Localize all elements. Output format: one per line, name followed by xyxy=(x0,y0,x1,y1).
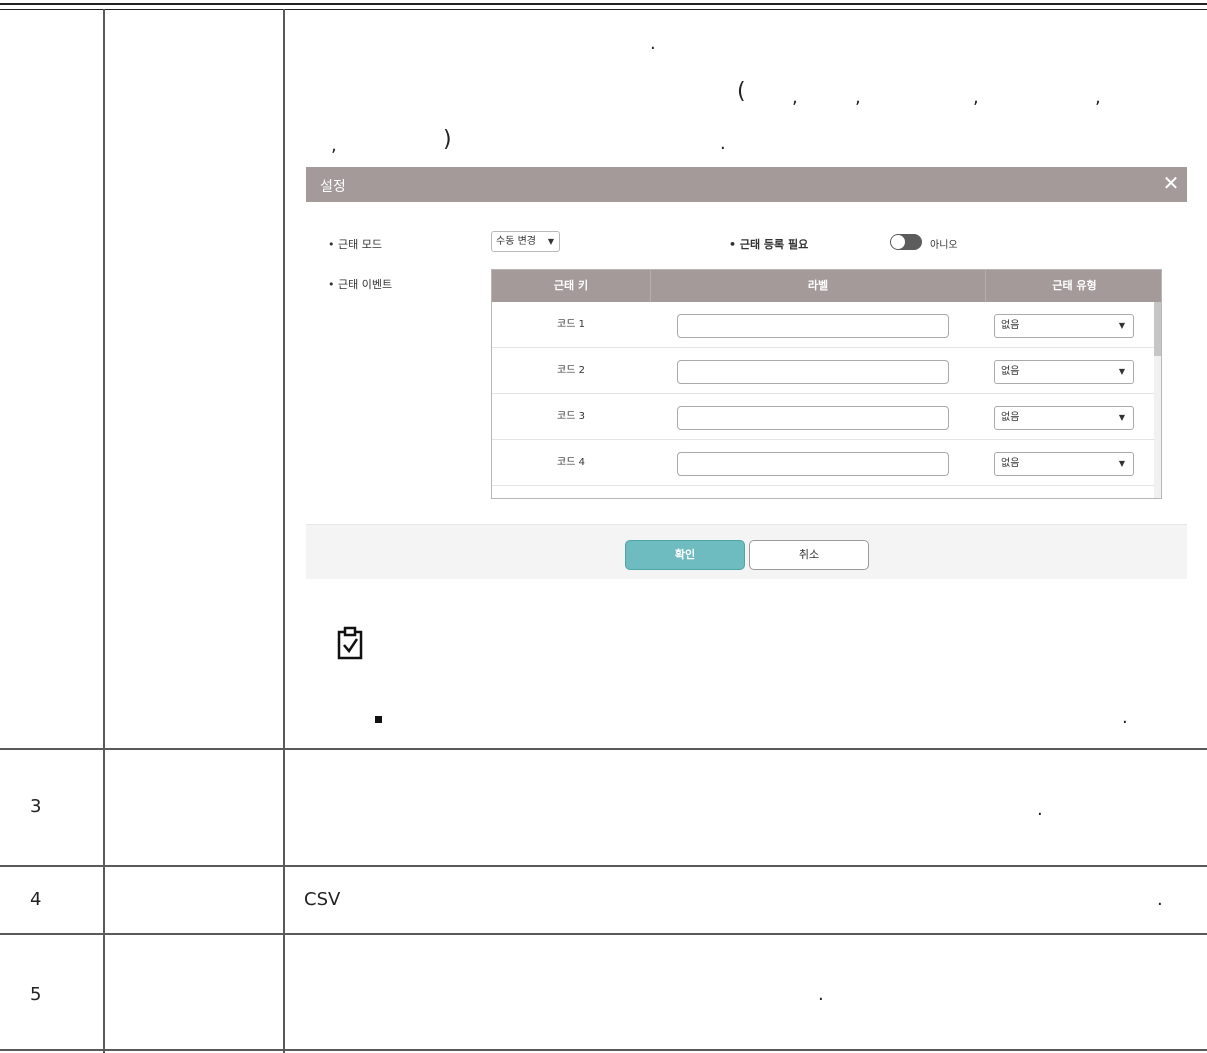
row1-line1-period: . xyxy=(650,33,656,54)
attendance-type-select[interactable]: 없음 ▼ xyxy=(994,360,1134,384)
registration-toggle-value: 아니오 xyxy=(930,240,958,251)
table-row: 코드 4 없음 ▼ xyxy=(492,440,1154,486)
row5-period: . xyxy=(818,984,824,1005)
chevron-down-icon: ▼ xyxy=(1118,459,1125,468)
dialog-header: 설정 ✕ xyxy=(306,167,1187,202)
table-row-divider xyxy=(0,748,1207,750)
cancel-button[interactable]: 취소 xyxy=(749,540,869,570)
table-top-rule-thick xyxy=(0,3,1207,5)
clipboard-check-icon xyxy=(337,626,363,660)
attendance-key: 코드 2 xyxy=(557,365,585,376)
chevron-down-icon: ▼ xyxy=(1118,321,1125,330)
attendance-event-table: 근태 키 라벨 근태 유형 코드 1 없음 ▼ 코드 2 없음 ▼ 코드 3 없… xyxy=(491,269,1162,499)
chevron-down-icon: ▼ xyxy=(1118,413,1125,422)
square-bullet-icon xyxy=(375,716,382,723)
table-scrollbar[interactable] xyxy=(1154,302,1161,498)
dialog-title: 설정 xyxy=(320,179,346,195)
table-header: 근태 키 라벨 근태 유형 xyxy=(492,270,1161,302)
row4-period: . xyxy=(1157,889,1163,910)
row-number: 3 xyxy=(30,796,42,817)
close-icon[interactable]: ✕ xyxy=(1161,173,1181,193)
attendance-type-value: 없음 xyxy=(1001,366,1020,377)
attendance-key: 코드 3 xyxy=(557,411,585,422)
row1-line2-comma: , xyxy=(1095,87,1101,108)
row3-period: . xyxy=(1037,799,1043,820)
label-input[interactable] xyxy=(677,314,949,338)
table-top-rule-thin xyxy=(0,9,1207,10)
toggle-knob xyxy=(891,235,905,249)
label-input[interactable] xyxy=(677,406,949,430)
label-input[interactable] xyxy=(677,360,949,384)
row-number: 5 xyxy=(30,984,42,1005)
column-header-label: 라벨 xyxy=(807,279,829,292)
row1-line3-close-paren: ) xyxy=(443,127,452,152)
registration-required-toggle[interactable] xyxy=(890,234,922,250)
attendance-type-value: 없음 xyxy=(1001,412,1020,423)
row1-line2-comma: , xyxy=(855,87,861,108)
table-row-divider xyxy=(0,933,1207,935)
attendance-key: 코드 1 xyxy=(557,319,585,330)
attendance-type-value: 없음 xyxy=(1001,458,1020,469)
attendance-type-value: 없음 xyxy=(1001,320,1020,331)
attendance-type-select[interactable]: 없음 ▼ xyxy=(994,452,1134,476)
table-bottom-rule xyxy=(0,1049,1207,1051)
attendance-type-select[interactable]: 없음 ▼ xyxy=(994,406,1134,430)
table-row-divider xyxy=(0,865,1207,867)
attendance-event-label: • 근태 이벤트 xyxy=(328,278,393,291)
table-row: 코드 2 없음 ▼ xyxy=(492,348,1154,394)
table-row: 코드 3 없음 ▼ xyxy=(492,394,1154,440)
settings-dialog: 설정 ✕ • 근태 모드 수동 변경 ▼ • 근태 등록 필요 아니오 • 근태… xyxy=(306,167,1187,579)
chevron-down-icon: ▼ xyxy=(1118,367,1125,376)
attendance-mode-value: 수동 변경 xyxy=(496,236,536,247)
row1-line3-period: . xyxy=(720,133,726,154)
table-row: 코드 1 없음 ▼ xyxy=(492,302,1154,348)
row1-line2-comma: , xyxy=(792,87,798,108)
attendance-key: 코드 4 xyxy=(557,457,585,468)
attendance-mode-label: • 근태 모드 xyxy=(328,238,382,251)
column-header-type: 근태 유형 xyxy=(1052,279,1097,292)
label-input[interactable] xyxy=(677,452,949,476)
column-header-key: 근태 키 xyxy=(553,279,589,292)
confirm-button[interactable]: 확인 xyxy=(625,540,745,570)
row4-csv-text: CSV xyxy=(304,889,341,910)
dialog-footer: 확인 취소 xyxy=(306,524,1187,579)
note-period: . xyxy=(1122,707,1128,728)
table-column-divider xyxy=(103,9,105,1053)
attendance-mode-select[interactable]: 수동 변경 ▼ xyxy=(491,231,560,252)
registration-required-label: • 근태 등록 필요 xyxy=(729,238,809,251)
row-number: 4 xyxy=(30,889,42,910)
attendance-type-select[interactable]: 없음 ▼ xyxy=(994,314,1134,338)
scrollbar-thumb[interactable] xyxy=(1154,302,1161,356)
table-column-divider xyxy=(283,9,285,1053)
row1-line2-open-paren: ( xyxy=(737,79,746,104)
chevron-down-icon: ▼ xyxy=(547,237,554,246)
row1-line3-comma: , xyxy=(331,135,337,156)
row1-line2-comma: , xyxy=(973,87,979,108)
